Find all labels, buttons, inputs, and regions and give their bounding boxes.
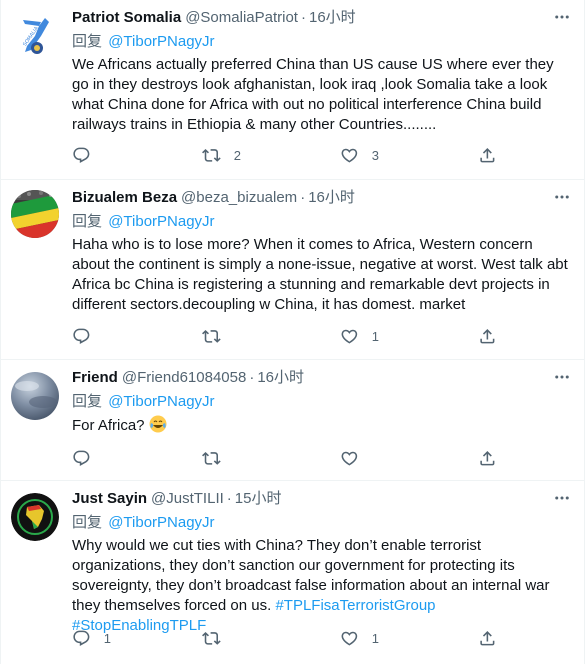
reply-prefix: 回复 <box>72 514 103 531</box>
tweet[interactable]: SOMALIA Patriot Somalia @SomaliaPatriot … <box>1 0 584 180</box>
share-icon <box>478 327 497 346</box>
more-options-icon[interactable] <box>552 367 572 387</box>
heart-icon <box>340 449 359 468</box>
mention-link[interactable]: @TiborPNagyJr <box>108 213 214 230</box>
tweet-text-content: For Africa? <box>72 417 145 434</box>
reply-icon <box>72 629 91 648</box>
timestamp[interactable]: 16小时 <box>257 369 304 387</box>
author-name[interactable]: Patriot Somalia <box>72 9 181 27</box>
tweet[interactable]: Bizualem Beza @beza_bizualem · 16小时 回复 @… <box>1 180 584 360</box>
more-options-icon[interactable] <box>552 7 572 27</box>
reply-context: 回复 @TiborPNagyJr <box>72 212 572 231</box>
like-button[interactable]: 1 <box>340 327 379 346</box>
author-handle[interactable]: @Friend61084058 <box>122 369 246 387</box>
heart-icon <box>340 146 359 165</box>
reply-button[interactable]: 1 <box>72 629 111 648</box>
share-button[interactable] <box>478 449 497 468</box>
retweet-icon <box>202 449 221 468</box>
tweet-text: For Africa? <box>72 415 572 436</box>
reply-prefix: 回复 <box>72 393 103 410</box>
like-count: 1 <box>371 630 379 646</box>
like-count: 1 <box>371 328 379 344</box>
reply-icon <box>72 449 91 468</box>
reply-button[interactable] <box>72 327 104 346</box>
reply-context: 回复 @TiborPNagyJr <box>72 392 572 411</box>
reply-count: 1 <box>103 630 111 646</box>
hashtag-link[interactable]: #TPLFisaTerroristGroup <box>275 597 435 614</box>
reply-button[interactable] <box>72 449 104 468</box>
timestamp[interactable]: 16小时 <box>309 9 356 27</box>
retweet-button[interactable] <box>202 629 234 648</box>
retweet-icon <box>202 327 221 346</box>
separator-dot: · <box>226 490 232 507</box>
reply-context: 回复 @TiborPNagyJr <box>72 513 572 532</box>
retweet-icon <box>202 629 221 648</box>
reply-icon <box>72 146 91 165</box>
more-options-icon[interactable] <box>552 488 572 508</box>
reply-icon <box>72 327 91 346</box>
tweet-actions <box>72 449 504 469</box>
heart-icon <box>340 327 359 346</box>
reply-prefix: 回复 <box>72 213 103 230</box>
more-options-icon[interactable] <box>552 187 572 207</box>
share-button[interactable] <box>478 629 497 648</box>
separator-dot: · <box>300 9 306 26</box>
tweet[interactable]: Just Sayin @JustTILII · 15小时 回复 @TiborPN… <box>1 481 584 664</box>
reply-prefix: 回复 <box>72 33 103 50</box>
tweet-actions: 1 <box>72 327 504 347</box>
author-name[interactable]: Bizualem Beza <box>72 189 177 207</box>
share-button[interactable] <box>478 146 497 165</box>
author-name[interactable]: Just Sayin <box>72 490 147 508</box>
share-icon <box>478 449 497 468</box>
tweet[interactable]: Friend @Friend61084058 · 16小时 回复 @TiborP… <box>1 360 584 481</box>
reply-button[interactable] <box>72 146 104 165</box>
retweet-icon <box>202 146 221 165</box>
author-handle[interactable]: @JustTILII <box>151 490 224 508</box>
like-button[interactable]: 3 <box>340 146 379 165</box>
tweet-text: Why would we cut ties with China? They d… <box>72 536 572 636</box>
somalia-flag-map-avatar[interactable]: SOMALIA <box>11 10 59 58</box>
ethiopian-flag-crowd-avatar[interactable] <box>11 190 59 238</box>
like-button[interactable] <box>340 449 372 468</box>
separator-dot: · <box>300 189 306 206</box>
separator-dot: · <box>249 369 255 386</box>
timestamp[interactable]: 15小时 <box>235 490 282 508</box>
mention-link[interactable]: @TiborPNagyJr <box>108 514 214 531</box>
retweet-button[interactable] <box>202 449 234 468</box>
mention-link[interactable]: @TiborPNagyJr <box>108 393 214 410</box>
tweet-actions: 2 3 <box>72 146 504 166</box>
reply-context: 回复 @TiborPNagyJr <box>72 32 572 51</box>
timestamp[interactable]: 16小时 <box>308 189 355 207</box>
share-button[interactable] <box>478 327 497 346</box>
africa-map-logo-avatar[interactable] <box>11 493 59 541</box>
retweet-button[interactable] <box>202 327 234 346</box>
author-handle[interactable]: @beza_bizualem <box>181 189 297 207</box>
retweet-count: 2 <box>233 147 241 163</box>
share-icon <box>478 629 497 648</box>
reply-feed: SOMALIA Patriot Somalia @SomaliaPatriot … <box>0 0 585 664</box>
cloudy-sky-avatar[interactable] <box>11 372 59 420</box>
share-icon <box>478 146 497 165</box>
author-name[interactable]: Friend <box>72 369 118 387</box>
mention-link[interactable]: @TiborPNagyJr <box>108 33 214 50</box>
heart-icon <box>340 629 359 648</box>
like-button[interactable]: 1 <box>340 629 379 648</box>
face-with-tears-of-joy-emoji <box>149 415 167 433</box>
author-handle[interactable]: @SomaliaPatriot <box>185 9 298 27</box>
retweet-button[interactable]: 2 <box>202 146 241 165</box>
like-count: 3 <box>371 147 379 163</box>
tweet-text: We Africans actually preferred China tha… <box>72 56 554 133</box>
tweet-actions: 1 1 <box>72 629 504 649</box>
tweet-text: Haha who is to lose more? When it comes … <box>72 236 568 313</box>
